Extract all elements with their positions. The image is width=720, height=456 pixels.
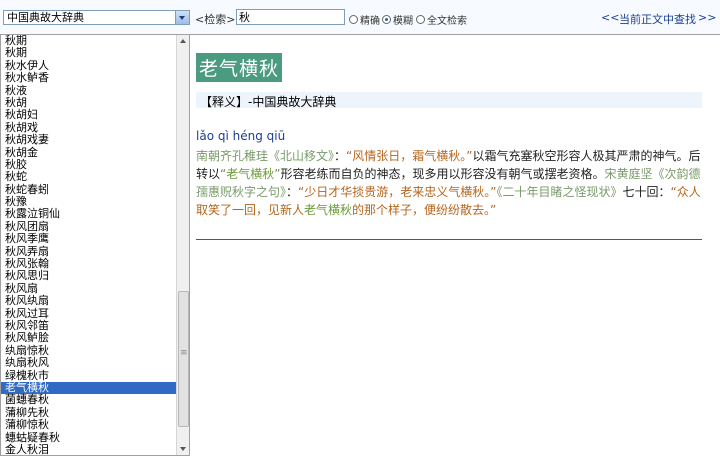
list-item[interactable]: 秋胶	[1, 158, 178, 171]
definition-segment: 七十回：	[622, 185, 671, 199]
mode-fulltext-radio[interactable]: 全文检索	[416, 12, 467, 27]
list-scrollbar[interactable]	[176, 35, 189, 455]
entry-content: 老气横秋 【释义】-中国典故大辞典 lǎo qì héng qiū 南朝齐孔稚珪…	[190, 34, 720, 456]
divider	[196, 239, 702, 240]
mode-exact-radio[interactable]: 精确	[349, 12, 380, 27]
search-label: <检索>	[195, 13, 236, 26]
mode-fuzzy-radio[interactable]: 模糊	[382, 12, 413, 27]
definition-source-bar: 【释义】-中国典故大辞典	[196, 92, 702, 109]
list-item[interactable]: 秋胡妇	[1, 108, 178, 121]
list-item[interactable]: 秋风季鹰	[1, 232, 178, 245]
list-item[interactable]: 秋风纨扇	[1, 294, 178, 307]
entry-title: 老气横秋	[196, 53, 283, 82]
list-item[interactable]: 蒲柳惊秋	[1, 418, 178, 431]
list-item[interactable]: 秋期	[1, 46, 178, 59]
list-item[interactable]: 秋蛇	[1, 170, 178, 183]
entry-list-items: 秋期 秋期 秋水伊人 秋水鲈香 秋液 秋胡 秋胡妇 秋胡戏 秋胡戏妻 秋胡金 秋胶 秋蛇 秋蛇春蚓 秋豫秋…	[1, 35, 178, 455]
definition-segment: “老气横秋”	[220, 167, 281, 181]
radio-icon	[416, 15, 425, 24]
scroll-down-icon[interactable]	[177, 443, 189, 455]
toolbar: 中国典故大辞典 <检索> 精确 模糊 全文检索 << 当前正文中查找 >>	[0, 0, 720, 35]
entry-definition: 南朝齐孔稚珪《北山移文》：“风情张日，霜气横秋。”以霜气充塞秋空形容人极其严肃的…	[196, 147, 702, 219]
dictionary-select[interactable]: 中国典故大辞典	[3, 10, 190, 25]
list-item[interactable]: 秋液	[1, 84, 178, 97]
radio-checked-icon	[382, 15, 391, 24]
definition-source: 【释义】-中国典故大辞典	[200, 95, 337, 109]
definition-segment: 南朝齐孔稚珪《北山移文》	[196, 149, 335, 163]
definition-segment: “少日才华掞贵游，老来忠义气横秋。”	[298, 185, 497, 199]
chevron-down-icon[interactable]	[175, 11, 189, 24]
list-item[interactable]: 菌蟪春秋	[1, 393, 178, 406]
radio-icon	[349, 15, 358, 24]
mode-fuzzy-label: 模糊	[393, 16, 413, 27]
list-item[interactable]: 秋胡戏妻	[1, 133, 178, 146]
scroll-thumb[interactable]	[178, 291, 189, 427]
definition-segment: “风情张日，霜气横秋。”	[346, 149, 473, 163]
find-prev-button[interactable]: <<	[601, 11, 619, 24]
entry-pinyin: lǎo qì héng qiū	[196, 129, 286, 143]
search-input[interactable]	[236, 9, 345, 25]
find-in-text-label: 当前正文中查找	[619, 13, 696, 26]
list-item[interactable]: 秋水鲈香	[1, 71, 178, 84]
definition-segment: ：	[286, 185, 299, 199]
dictionary-select-value: 中国典故大辞典	[7, 11, 84, 24]
definition-segment: 的那个样子，便纷纷散去。”	[352, 203, 497, 217]
definition-segment: 《二十年目睹之怪现状》	[496, 185, 623, 199]
list-item[interactable]: 秋风思归	[1, 270, 178, 283]
entry-list: 秋期 秋期 秋水伊人 秋水鲈香 秋液 秋胡 秋胡妇 秋胡戏 秋胡戏妻 秋胡金 秋胶 秋蛇 秋蛇春蚓 秋豫秋…	[0, 34, 190, 456]
find-next-button[interactable]: >>	[698, 11, 716, 24]
list-item[interactable]: 秋蛇春蚓	[1, 183, 178, 196]
definition-segment: 形容老练而自负的神态，现多用以形容没有朝气或摆老资格。	[280, 167, 605, 181]
list-item[interactable]: 纨扇秋风	[1, 356, 178, 369]
list-item[interactable]: 金人秋泪	[1, 443, 178, 455]
definition-segment: ：	[334, 149, 347, 163]
scroll-up-icon[interactable]	[177, 35, 189, 47]
mode-fulltext-label: 全文检索	[427, 16, 467, 27]
list-item[interactable]: 秋露泣铜仙	[1, 208, 178, 221]
list-item[interactable]: 秋风鲈脍	[1, 331, 178, 344]
definition-segment: 老气横秋	[304, 203, 353, 217]
mode-exact-label: 精确	[360, 16, 380, 27]
list-item[interactable]: 秋胡金	[1, 146, 178, 159]
list-item[interactable]: 秋期	[1, 35, 178, 47]
